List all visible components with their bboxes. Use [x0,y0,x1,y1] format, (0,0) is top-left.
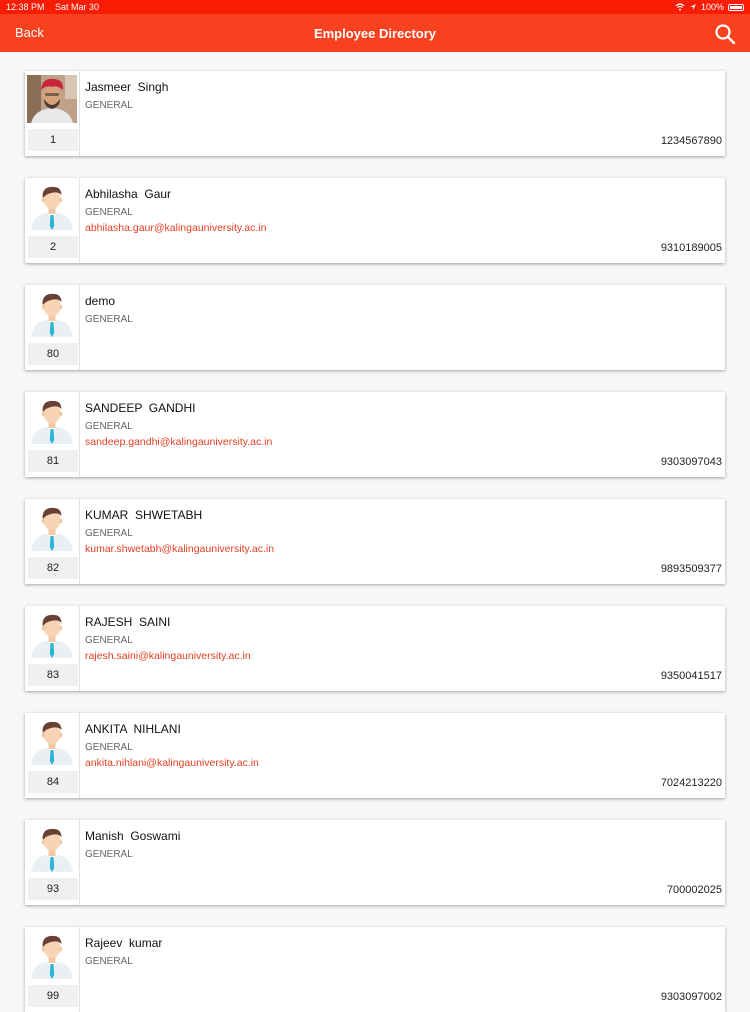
search-icon[interactable] [714,23,736,45]
avatar-photo [27,75,77,123]
employee-email-link[interactable]: kumar.shwetabh@kalingauniversity.ac.in [85,543,274,555]
employee-department: GENERAL [85,100,133,111]
employee-id: 83 [28,664,78,686]
employee-department: GENERAL [85,742,133,753]
status-bar: 12:38 PM Sat Mar 30 100% [0,0,750,14]
employee-name: Jasmeer Singh [85,80,169,94]
employee-department: GENERAL [85,314,133,325]
employee-phone[interactable]: 9303097002 [661,991,722,1003]
avatar-placeholder-icon [27,289,77,337]
employee-card[interactable]: 2 Abhilasha Gaur GENERAL abhilasha.gaur@kal… [25,178,725,263]
avatar-placeholder-icon [27,931,77,979]
employee-phone[interactable]: 9893509377 [661,563,722,575]
avatar-column: 99 [25,927,80,1012]
employee-card[interactable]: 93 Manish Goswami GENERAL 700002025 [25,820,725,905]
avatar-column: 83 [25,606,80,691]
employee-id: 84 [28,771,78,793]
employee-card[interactable]: 82 KUMAR SHWETABH GENERAL kumar.shwetabh@ka… [25,499,725,584]
back-button[interactable]: Back [15,25,44,40]
status-date: Sat Mar 30 [55,2,100,12]
employee-id: 93 [28,878,78,900]
avatar-placeholder-icon [27,824,77,872]
avatar-placeholder-icon [27,182,77,230]
employee-phone[interactable]: 700002025 [667,884,722,896]
employee-name: Manish Goswami [85,829,181,843]
avatar-column: 81 [25,392,80,477]
employee-department: GENERAL [85,207,133,218]
employee-name: demo [85,294,116,308]
employee-id: 1 [28,129,78,151]
location-icon [689,4,696,10]
employee-phone[interactable]: 1234567890 [661,135,722,147]
employee-name: ANKITA NIHLANI [85,722,181,736]
avatar-placeholder-icon [27,717,77,765]
employee-name: Abhilasha Gaur [85,187,172,201]
employee-card[interactable]: 84 ANKITA NIHLANI GENERAL ankita.nihlani@ka… [25,713,725,798]
employee-name: SANDEEP GANDHI [85,401,196,415]
status-time: 12:38 PM [6,2,45,12]
employee-department: GENERAL [85,956,133,967]
employee-name: RAJESH SAINI [85,615,171,629]
employee-phone[interactable]: 9310189005 [661,242,722,254]
status-left: 12:38 PM Sat Mar 30 [6,2,107,12]
employee-department: GENERAL [85,635,133,646]
avatar-column: 80 [25,285,80,370]
wifi-icon [675,3,685,11]
employee-email-link[interactable]: abhilasha.gaur@kalingauniversity.ac.in [85,222,266,234]
employee-phone[interactable]: 7024213220 [661,777,722,789]
avatar-column: 84 [25,713,80,798]
employee-phone[interactable]: 9303097043 [661,456,722,468]
avatar-placeholder-icon [27,396,77,444]
page-title: Employee Directory [313,25,437,41]
employee-id: 80 [28,343,78,365]
avatar-placeholder-icon [27,503,77,551]
employee-card[interactable]: 80 demo GENERAL [25,285,725,370]
avatar-column: 2 [25,178,80,263]
employee-name: Rajeev kumar [85,936,163,950]
employee-email-link[interactable]: sandeep.gandhi@kalingauniversity.ac.in [85,436,272,448]
navigation-bar: Back Employee Directory [0,14,750,52]
avatar-column: 1 [25,71,80,156]
employee-phone[interactable]: 9350041517 [661,670,722,682]
employee-id: 82 [28,557,78,579]
employee-name: KUMAR SHWETABH [85,508,203,522]
employee-id: 2 [28,236,78,258]
employee-department: GENERAL [85,849,133,860]
battery-icon [728,3,744,11]
employee-email-link[interactable]: rajesh.saini@kalingauniversity.ac.in [85,650,251,662]
employee-department: GENERAL [85,421,133,432]
avatar-placeholder-icon [27,610,77,658]
employee-card[interactable]: 1 Jasmeer Singh GENERAL 1234567890 [25,71,725,156]
battery-percent: 100% [700,2,724,12]
employee-email-link[interactable]: ankita.nihlani@kalingauniversity.ac.in [85,757,259,769]
employee-id: 81 [28,450,78,472]
status-right: 100% [675,2,744,12]
avatar-column: 82 [25,499,80,584]
employee-card[interactable]: 99 Rajeev kumar GENERAL 9303097002 [25,927,725,1012]
employee-card[interactable]: 83 RAJESH SAINI GENERAL rajesh.saini@kaling… [25,606,725,691]
employee-card[interactable]: 81 SANDEEP GANDHI GENERAL sandeep.gandhi@ka… [25,392,725,477]
employee-department: GENERAL [85,528,133,539]
employee-id: 99 [28,985,78,1007]
avatar-column: 93 [25,820,80,905]
